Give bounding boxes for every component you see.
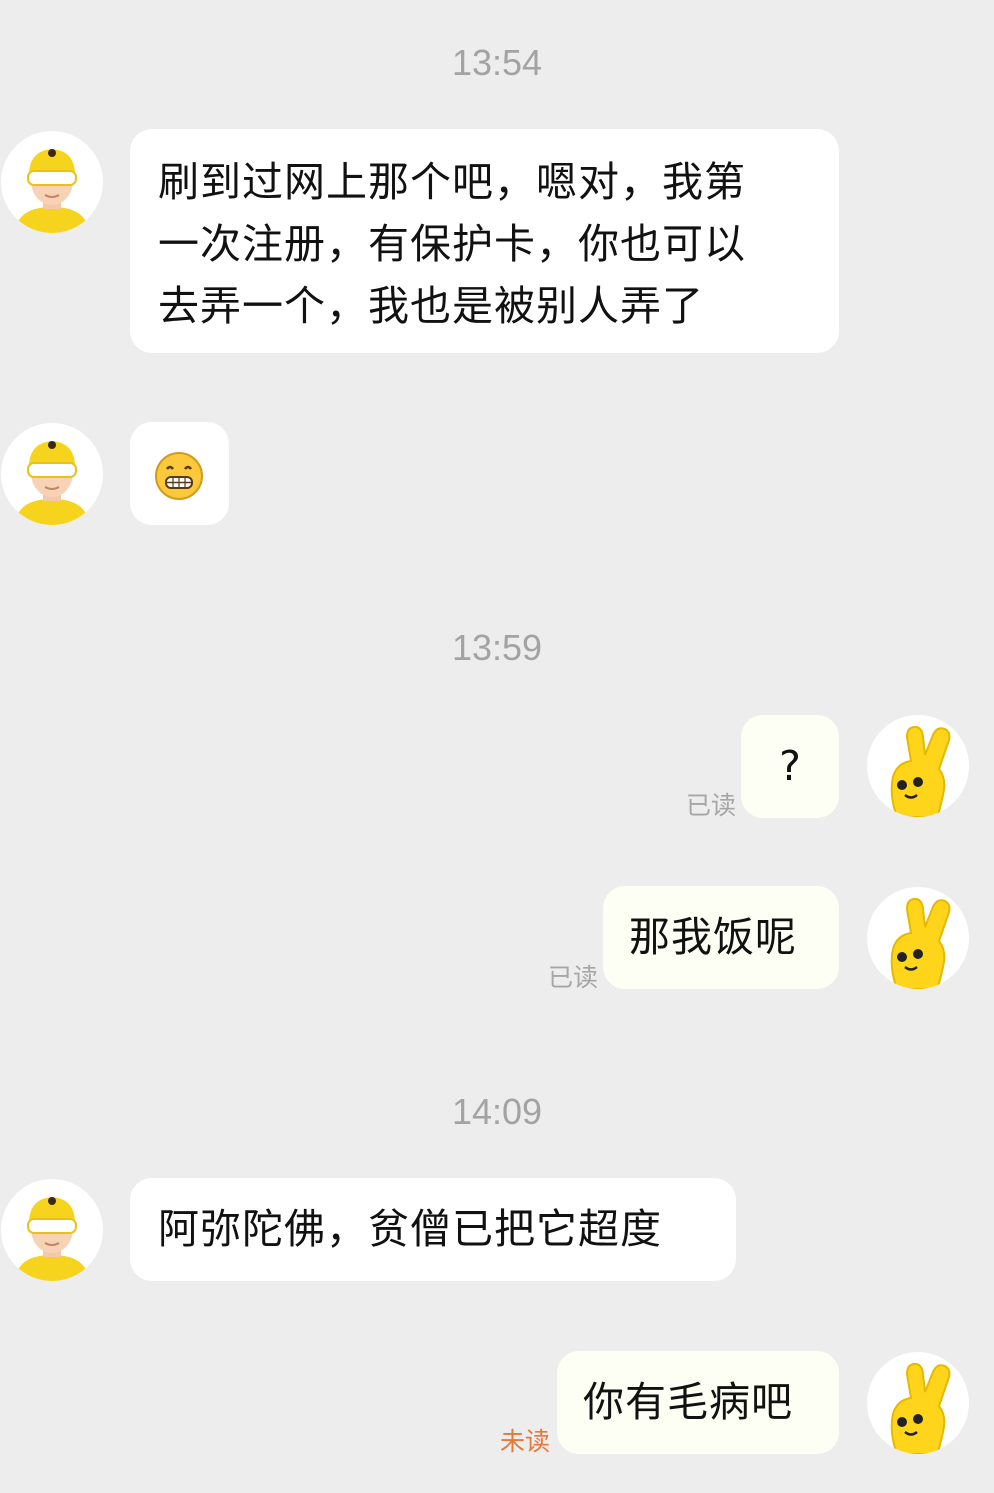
contact-avatar[interactable]: [1, 131, 103, 233]
unread-status: 未读: [500, 1427, 551, 1456]
yellow-victory-hand-icon: [890, 1362, 951, 1454]
timestamp: 13:59: [451, 627, 543, 668]
contact-avatar[interactable]: [1, 423, 103, 525]
message-text: 你有毛病吧: [583, 1378, 793, 1426]
message-text: ?: [779, 742, 801, 790]
yellow-victory-hand-icon: [890, 725, 951, 817]
grin-emoji-icon: [155, 452, 203, 500]
message-text-line: 刷到过网上那个吧，嗯对，我第: [158, 158, 746, 206]
my-avatar[interactable]: [867, 1352, 969, 1454]
message-bubble[interactable]: 刷到过网上那个吧，嗯对，我第 一次注册，有保护卡，你也可以 去弄一个，我也是被别…: [130, 129, 839, 353]
timestamp: 14:09: [451, 1091, 543, 1132]
yellow-victory-hand-icon: [890, 897, 951, 989]
message-text: 阿弥陀佛，贫僧已把它超度: [158, 1205, 662, 1253]
yellow-helmet-person-icon: [15, 149, 89, 233]
read-status: 已读: [548, 963, 599, 992]
message-bubble[interactable]: ?: [741, 715, 839, 818]
message-bubble[interactable]: 那我饭呢: [603, 886, 839, 989]
message-text-line: 一次注册，有保护卡，你也可以: [158, 220, 746, 268]
message-text: 那我饭呢: [629, 913, 797, 961]
emoji-bubble[interactable]: [130, 422, 229, 525]
yellow-helmet-person-icon: [15, 1197, 89, 1281]
message-bubble[interactable]: 你有毛病吧: [557, 1351, 839, 1454]
my-avatar[interactable]: [867, 887, 969, 989]
contact-avatar[interactable]: [1, 1179, 103, 1281]
timestamp: 13:54: [451, 42, 543, 83]
read-status: 已读: [686, 791, 737, 820]
message-text-line: 去弄一个，我也是被别人弄了: [158, 282, 704, 330]
yellow-helmet-person-icon: [15, 441, 89, 525]
my-avatar[interactable]: [867, 715, 969, 817]
message-bubble[interactable]: 阿弥陀佛，贫僧已把它超度: [130, 1178, 736, 1281]
